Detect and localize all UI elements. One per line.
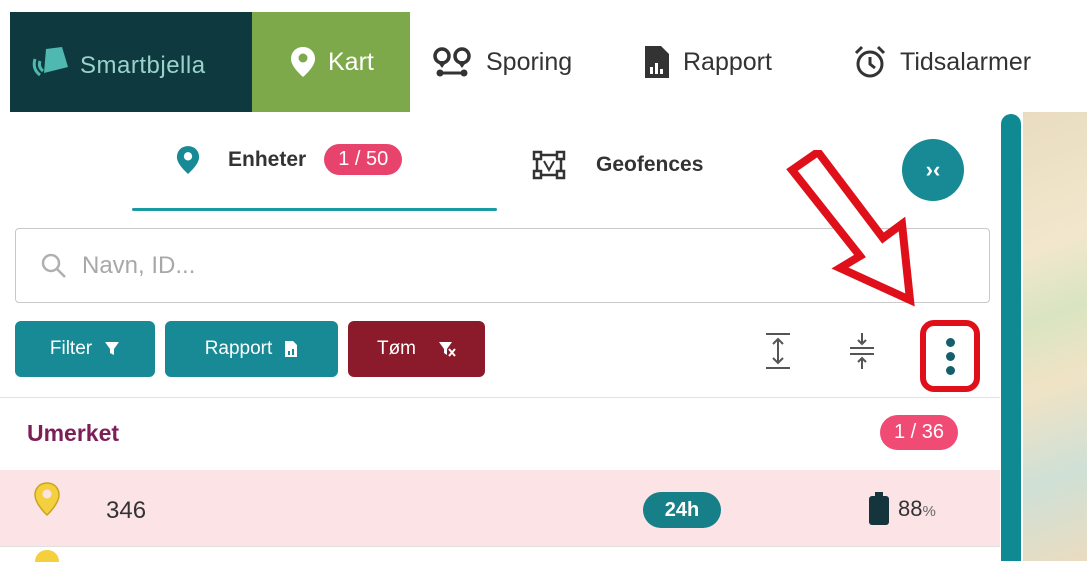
tracking-icon [433,47,471,77]
battery-value: 88 [898,496,923,521]
active-tab-indicator [132,208,497,211]
nav-label: Sporing [486,47,573,76]
clear-filter-button[interactable]: Tøm [348,321,485,377]
battery-unit: % [922,503,936,520]
nav-item-tidsalarmer[interactable]: Tidsalarmer [852,12,1031,112]
nav-item-rapport[interactable]: Rapport [643,12,772,112]
list-item[interactable] [0,546,1000,562]
top-navigation: Smartbjella Kart Sporing Rapport Tidsala… [0,0,1087,112]
map-view[interactable] [1023,112,1087,561]
clear-filter-icon [439,342,456,357]
group-header-umerket[interactable]: Umerket 1 / 36 [0,397,1000,470]
nav-item-sporing[interactable]: Sporing [432,12,572,112]
brand-name: Smartbjella [80,52,206,79]
item-id: 346 [106,497,147,524]
map-pin-icon [176,145,200,174]
battery-status: 88% [868,492,936,526]
tab-geofences[interactable]: Geofences [532,150,703,180]
report-icon [645,46,669,78]
nav-label: Tidsalarmer [900,47,1032,76]
location-pin-icon [34,482,60,516]
annotation-arrow-icon [786,150,915,307]
panel-scrollbar[interactable] [1001,114,1021,561]
kebab-dot [945,351,955,361]
kebab-dot [945,365,955,375]
tab-label: Geofences [596,153,704,176]
brand-logo[interactable]: Smartbjella [10,12,252,112]
filter-label: Filter [49,338,93,359]
report-button[interactable]: Rapport [165,321,338,377]
nav-label: Rapport [683,47,772,76]
battery-icon [869,492,889,525]
filter-button[interactable]: Filter [15,321,155,377]
group-title: Umerket [27,420,120,446]
funnel-icon [105,342,120,355]
unit-count-badge: 1 / 50 [324,144,403,175]
more-options-button[interactable] [920,320,980,392]
bell-logo-icon [32,47,68,77]
tab-enheter[interactable]: Enheter 1 / 50 [176,144,403,175]
list-item[interactable]: 346 24h 88% [0,470,1000,546]
map-pin-icon [291,47,315,77]
report-label: Rapport [204,338,273,359]
collapse-all-icon[interactable] [847,331,877,371]
last-seen-badge: 24h [643,492,721,528]
nav-label: Kart [328,47,374,76]
group-count-badge: 1 / 36 [880,415,959,450]
clear-label: Tøm [376,338,417,359]
search-icon [41,253,66,278]
nav-item-kart[interactable]: Kart [252,12,410,112]
kebab-dot [945,337,955,347]
alarm-clock-icon [854,45,886,78]
report-icon [285,341,298,357]
geofence-icon [532,150,566,180]
tab-label: Enheter [228,147,307,171]
expand-all-icon[interactable] [763,331,793,371]
